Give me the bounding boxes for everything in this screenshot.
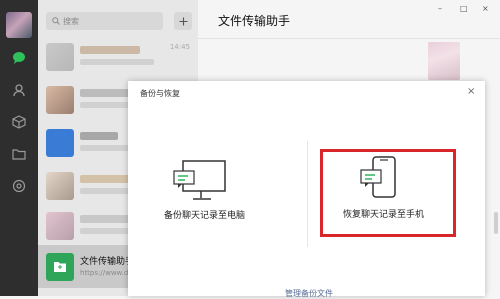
chat-title: 文件传输助手: [218, 14, 291, 28]
close-icon[interactable]: ×: [467, 86, 475, 97]
message-image-blurred[interactable]: [428, 42, 460, 80]
maximize-button[interactable]: □: [460, 4, 468, 13]
add-chat-button[interactable]: [174, 12, 192, 30]
scrollbar[interactable]: [494, 212, 498, 234]
chat-preview-blurred: [80, 102, 130, 108]
search-input[interactable]: 搜索: [46, 12, 163, 30]
plus-icon: [179, 17, 187, 25]
manage-backup-link[interactable]: 管理备份文件: [285, 288, 333, 299]
moments-icon[interactable]: [11, 178, 27, 194]
options-divider: [307, 141, 308, 247]
avatar: [46, 172, 74, 200]
nav-rail: [0, 0, 38, 296]
close-window-button[interactable]: ×: [482, 4, 489, 13]
chat-name-blurred: [80, 132, 118, 140]
chat-name-blurred: [80, 46, 140, 54]
backup-restore-dialog: 备份与恢复 × 备份聊天记录至电脑 恢复聊天记录至手机 管理备份文件: [128, 81, 485, 299]
avatar: [46, 129, 74, 157]
chat-icon[interactable]: [11, 50, 27, 66]
folder-icon[interactable]: [11, 146, 27, 162]
search-icon: [52, 17, 60, 25]
chat-name: 文件传输助手: [80, 257, 135, 267]
contacts-icon[interactable]: [11, 82, 27, 98]
chat-preview: https://www.d: [80, 269, 129, 277]
chat-time: 14:45: [169, 43, 190, 51]
user-avatar[interactable]: [6, 12, 32, 38]
avatar: [46, 253, 74, 281]
avatar: [46, 86, 74, 114]
avatar: [46, 212, 74, 240]
avatar: [46, 43, 74, 71]
favorites-icon[interactable]: [11, 114, 27, 130]
backup-to-pc-option[interactable]: 备份聊天记录至电脑: [164, 151, 278, 241]
computer-icon: [173, 160, 226, 200]
highlight-box: [320, 149, 456, 237]
header-divider: [198, 38, 500, 39]
list-item[interactable]: 14:45: [38, 35, 198, 78]
chat-preview-blurred: [80, 59, 154, 65]
backup-option-label: 备份聊天记录至电脑: [164, 211, 246, 221]
search-placeholder: 搜索: [63, 16, 79, 26]
dialog-title: 备份与恢复: [140, 89, 180, 98]
minimize-button[interactable]: –: [438, 4, 442, 13]
folder-icon: [54, 262, 66, 272]
